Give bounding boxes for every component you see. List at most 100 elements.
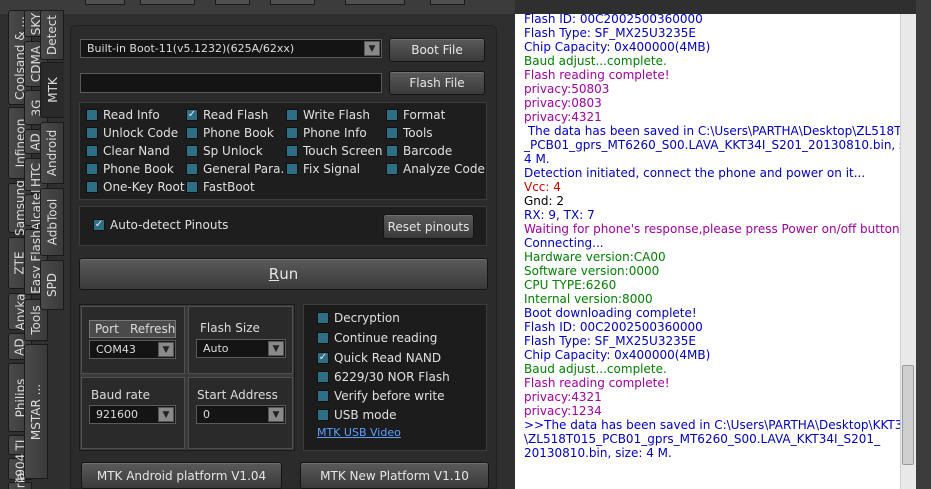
- operation-label: Phone Info: [303, 126, 367, 140]
- operation-checkbox[interactable]: Clear Nand: [86, 144, 170, 158]
- log-scrollbar-thumb[interactable]: [902, 365, 914, 465]
- log-line: Flash reading complete!: [524, 376, 670, 390]
- operation-checkbox[interactable]: Read Info: [86, 108, 160, 122]
- port-label: Port: [95, 322, 119, 336]
- operation-label: Tools: [403, 126, 433, 140]
- checkbox-icon: [317, 371, 329, 383]
- port-select[interactable]: COM43 ▼: [89, 340, 176, 359]
- checkbox-icon: [186, 145, 198, 157]
- side-tab[interactable]: AdbTool: [40, 188, 64, 256]
- operation-label: Clear Nand: [103, 144, 170, 158]
- log-line: \ZL518T015_PCB01_gprs_MT6260_S00.LAVA_KK…: [524, 432, 881, 446]
- operation-label: Touch Screen: [303, 144, 383, 158]
- operation-checkbox[interactable]: One-Key Root: [86, 180, 185, 194]
- operation-checkbox[interactable]: Phone Info: [286, 126, 367, 140]
- log-line: Software version:0000: [524, 264, 660, 278]
- flash-file-field[interactable]: [80, 73, 382, 93]
- operation-label: Read Info: [103, 108, 160, 122]
- mtk-usb-video-link[interactable]: MTK USB Video: [317, 426, 401, 439]
- side-tab-label: Detect: [45, 14, 60, 56]
- side-tab[interactable]: SPD: [40, 260, 64, 310]
- chevron-down-icon: ▼: [268, 407, 284, 422]
- option-label: USB mode: [334, 408, 397, 422]
- checkbox-icon: ✓: [186, 109, 198, 121]
- operation-checkbox[interactable]: Phone Book: [86, 162, 174, 176]
- log-line: 20130810.bin, size: 4 M.: [524, 446, 672, 460]
- operation-checkbox[interactable]: Unlock Code: [86, 126, 178, 140]
- operation-checkbox[interactable]: ✓ Read Flash: [186, 108, 268, 122]
- operation-checkbox[interactable]: Sp Unlock: [186, 144, 263, 158]
- boot-select[interactable]: Built-in Boot-11(v5.1232)(625A/62xx) ▼: [80, 39, 382, 58]
- operation-label: Sp Unlock: [203, 144, 263, 158]
- option-checkbox[interactable]: ✓ Quick Read NAND: [317, 351, 441, 365]
- option-checkbox[interactable]: USB mode: [317, 408, 396, 422]
- operation-label: Phone Book: [103, 162, 174, 176]
- mtk-new-platform-button[interactable]: MTK New Platform V1.10: [300, 462, 489, 489]
- operation-label: Write Flash: [303, 108, 370, 122]
- window-edge: [916, 0, 931, 489]
- operation-label: Fix Signal: [303, 162, 361, 176]
- start-address-value: 0: [203, 408, 210, 421]
- operation-checkbox[interactable]: Phone Book: [186, 126, 274, 140]
- flash-size-select[interactable]: Auto ▼: [196, 339, 286, 358]
- log-line: Waiting for phone's response,please pres…: [524, 222, 900, 236]
- checkbox-icon: [186, 127, 198, 139]
- log-line: privacy:50803: [524, 82, 610, 96]
- checkbox-icon: [86, 109, 98, 121]
- log-line: privacy:4321: [524, 390, 602, 404]
- log-line: privacy:0803: [524, 96, 602, 110]
- log-line: RX: 9, TX: 7: [524, 208, 595, 222]
- option-checkbox[interactable]: Decryption: [317, 311, 400, 325]
- operation-checkbox[interactable]: Barcode: [386, 144, 452, 158]
- log-line: Vcc: 4: [524, 180, 561, 194]
- operation-label: Analyze Code: [403, 162, 485, 176]
- start-address-select[interactable]: 0 ▼: [196, 405, 286, 424]
- reset-pinouts-button[interactable]: Reset pinouts: [383, 214, 474, 239]
- flash-file-button[interactable]: Flash File: [389, 71, 485, 95]
- option-label: Quick Read NAND: [334, 351, 442, 365]
- baud-rate-select[interactable]: 921600 ▼: [89, 405, 176, 424]
- option-checkbox[interactable]: Verify before write: [317, 389, 444, 403]
- checkbox-icon: [286, 145, 298, 157]
- operation-checkbox[interactable]: Analyze Code: [386, 162, 485, 176]
- option-checkbox[interactable]: 6229/30 NOR Flash: [317, 370, 450, 384]
- checkbox-icon: [317, 332, 329, 344]
- checkbox-icon: ✓: [317, 352, 329, 364]
- operation-checkbox[interactable]: Format: [386, 108, 445, 122]
- log-line: Gnd: 2: [524, 194, 565, 208]
- log-line: Boot downloading complete!: [524, 306, 697, 320]
- operation-checkbox[interactable]: FastBoot: [186, 180, 255, 194]
- top-strip: [0, 0, 515, 14]
- start-address-label: Start Address: [197, 388, 278, 402]
- side-tab[interactable]: Android: [40, 122, 64, 184]
- log-line: Chip Capacity: 0x400000(4MB): [524, 40, 711, 54]
- side-tab[interactable]: MTK: [40, 62, 64, 118]
- auto-detect-pinouts-checkbox[interactable]: ✓ Auto-detect Pinouts: [93, 218, 228, 232]
- side-tab-label: AdbTool: [45, 198, 60, 246]
- option-checkbox[interactable]: Continue reading: [317, 331, 437, 345]
- chevron-down-icon: ▼: [364, 41, 380, 56]
- log-line: Flash Type: SF_MX25U3235E: [524, 26, 696, 40]
- refresh-button[interactable]: Refresh: [130, 322, 175, 336]
- side-tab-label: SPD: [45, 272, 59, 298]
- operation-checkbox[interactable]: Tools: [386, 126, 433, 140]
- operation-checkbox[interactable]: Write Flash: [286, 108, 370, 122]
- boot-file-button[interactable]: Boot File: [389, 38, 485, 62]
- run-button[interactable]: Run: [79, 258, 488, 290]
- log-line: Chip Capacity: 0x400000(4MB): [524, 348, 711, 362]
- checkbox-icon: [286, 109, 298, 121]
- checkbox-icon: [86, 127, 98, 139]
- checkbox-icon: [186, 181, 198, 193]
- log-line: Baud adjust...complete.: [524, 54, 667, 68]
- checkbox-icon: [317, 409, 329, 421]
- operation-checkbox[interactable]: General Para.: [186, 162, 284, 176]
- log-line: Flash reading complete!: [524, 68, 670, 82]
- operation-checkbox[interactable]: Fix Signal: [286, 162, 360, 176]
- log-output: Flash ID: 00C2002500360000 Flash Type: SF…: [524, 12, 926, 460]
- checkbox-icon: [386, 109, 398, 121]
- side-tab[interactable]: Detect: [40, 10, 64, 60]
- log-line: privacy:1234: [524, 404, 602, 418]
- checkbox-icon: [386, 145, 398, 157]
- operation-checkbox[interactable]: Touch Screen: [286, 144, 383, 158]
- mtk-android-platform-button[interactable]: MTK Android platform V1.04: [81, 462, 282, 489]
